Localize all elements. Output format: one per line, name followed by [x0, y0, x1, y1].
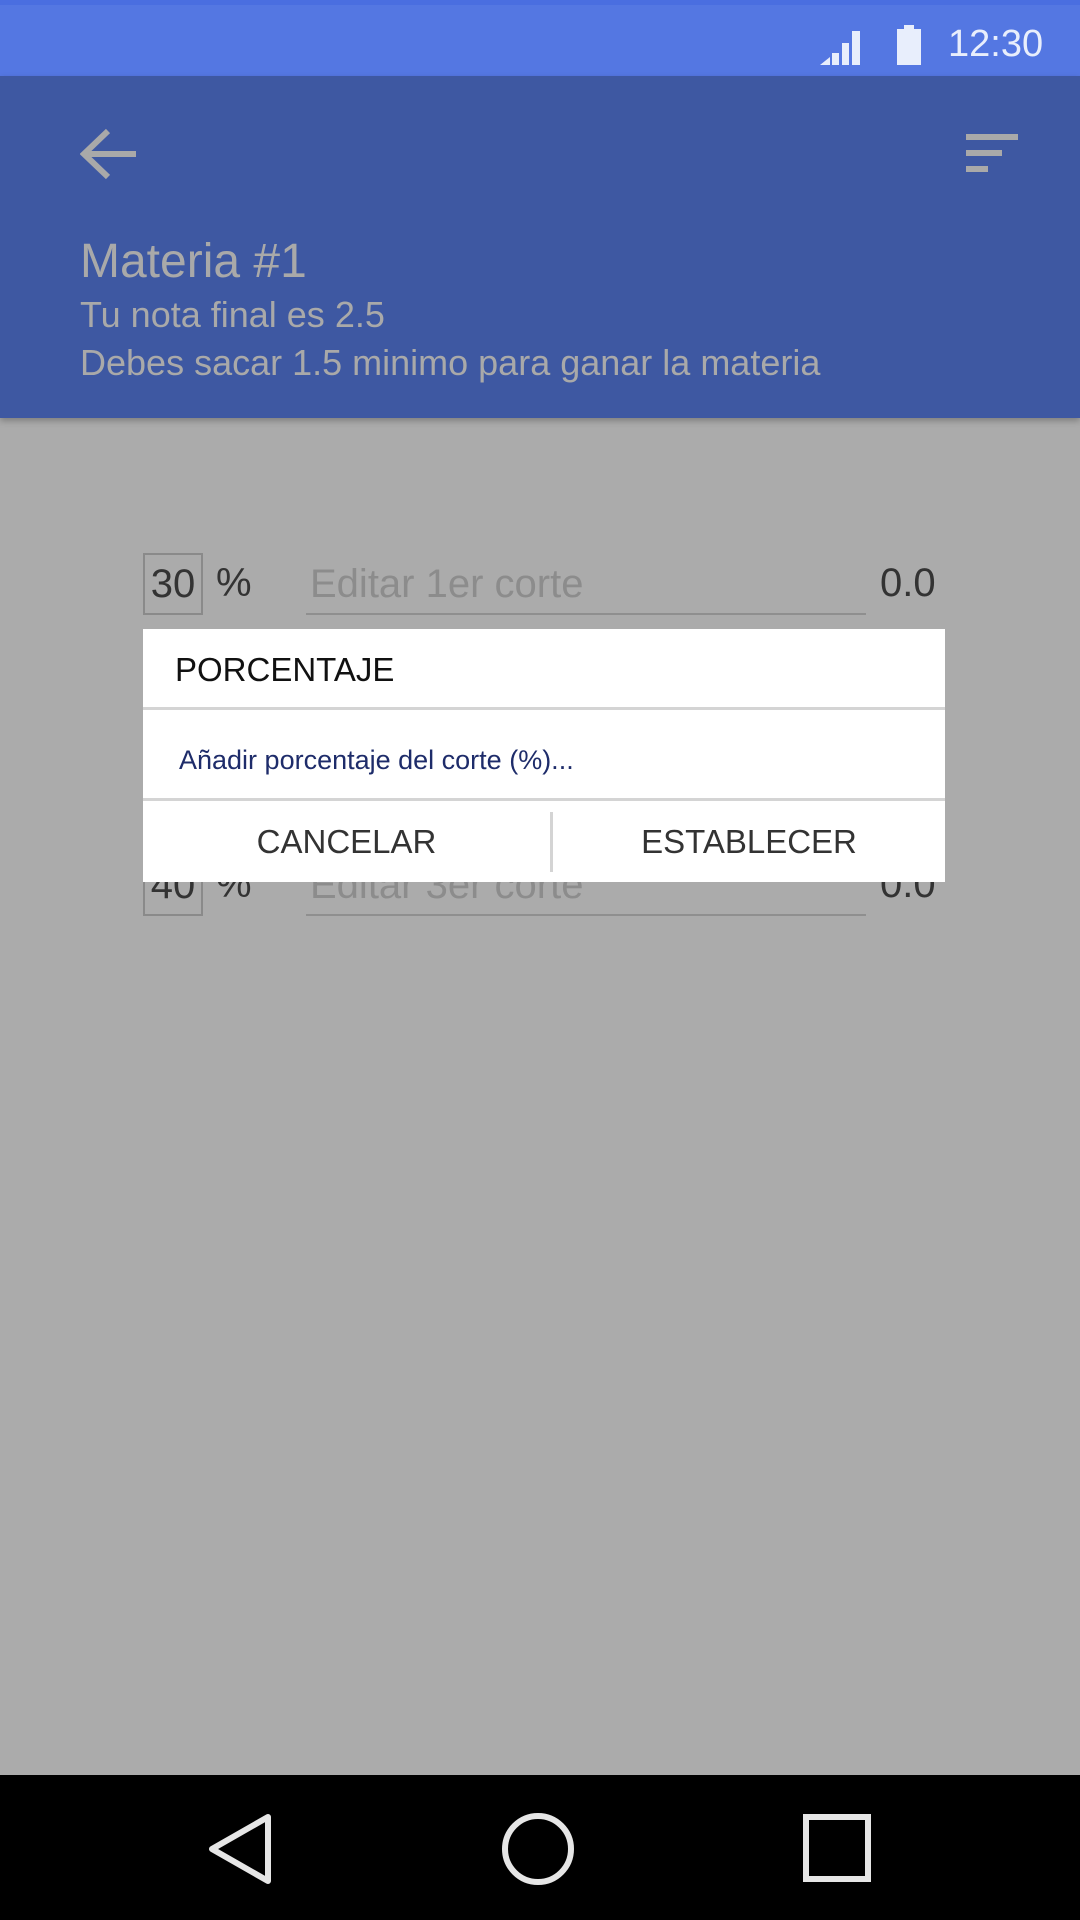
arrow-back-icon[interactable]	[80, 128, 138, 180]
dialog-title: PORCENTAJE	[175, 651, 395, 688]
sort-icon[interactable]	[966, 134, 1018, 174]
divider	[143, 707, 945, 710]
nav-home-icon[interactable]	[500, 1811, 576, 1887]
percent-sign: %	[216, 561, 252, 605]
navigation-bar	[0, 1775, 1080, 1920]
battery-icon	[897, 25, 921, 65]
app-bar: Materia #1 Tu nota final es 2.5 Debes sa…	[0, 76, 1080, 418]
page-title: Materia #1	[80, 235, 307, 288]
status-bar: 12:30	[0, 0, 1080, 76]
minimum-grade-text: Debes sacar 1.5 minimo para ganar la mat…	[80, 342, 821, 383]
cell-signal-icon	[820, 31, 860, 65]
nav-back-icon[interactable]	[206, 1811, 274, 1887]
set-button[interactable]: ESTABLECER	[553, 801, 945, 882]
final-grade-text: Tu nota final es 2.5	[80, 294, 385, 335]
percentage-input[interactable]: Añadir porcentaje del corte (%)...	[179, 745, 574, 776]
percent-input[interactable]: 30	[143, 553, 203, 615]
nav-recents-icon[interactable]	[802, 1813, 872, 1883]
clock: 12:30	[948, 23, 1044, 65]
percentage-dialog: PORCENTAJE Añadir porcentaje del corte (…	[143, 629, 945, 882]
cut-row: 30 % Editar 1er corte 0.0	[0, 553, 1080, 633]
cut-grade: 0.0	[880, 561, 936, 605]
cancel-button[interactable]: CANCELAR	[143, 801, 550, 882]
cut-name-input[interactable]: Editar 1er corte	[306, 553, 866, 615]
